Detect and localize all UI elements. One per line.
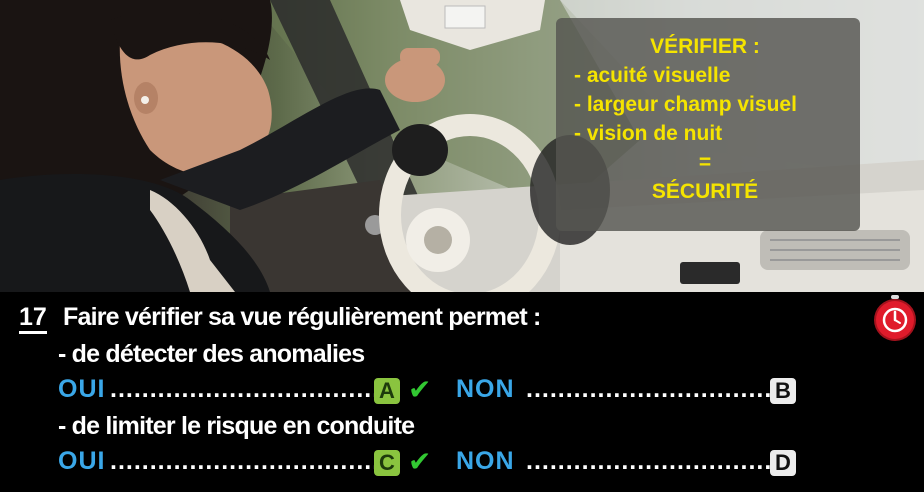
answer-dots: ..................................	[526, 375, 797, 403]
answer-oui-label[interactable]: OUI	[58, 447, 105, 476]
question-subpart-1: - de détecter des anomalies	[58, 340, 365, 368]
answer-non-label[interactable]: NON	[456, 447, 515, 476]
answer-oui-label[interactable]: OUI	[58, 375, 105, 404]
answer-non-label[interactable]: NON	[456, 375, 515, 404]
answer-dots: ..................................	[110, 375, 381, 403]
photo-panel: VÉRIFIER : - acuité visuelle - largeur c…	[0, 0, 924, 292]
answer-a-button[interactable]: A	[374, 378, 400, 404]
question-number: 17	[19, 304, 47, 334]
quiz-screen: VÉRIFIER : - acuité visuelle - largeur c…	[0, 0, 924, 492]
answer-b-button[interactable]: B	[770, 378, 796, 404]
info-overlay: VÉRIFIER : - acuité visuelle - largeur c…	[556, 18, 860, 231]
answer-row-2: OUI .................................. C…	[58, 446, 818, 479]
answer-row-1: OUI .................................. A…	[58, 374, 818, 407]
overlay-item: - largeur champ visuel	[574, 93, 797, 116]
overlay-item: - vision de nuit	[574, 122, 723, 145]
question-subpart-2: - de limiter le risque en conduite	[58, 412, 415, 440]
answer-c-button[interactable]: C	[374, 450, 400, 476]
answer-d-button[interactable]: D	[770, 450, 796, 476]
question-panel: 17 Faire vérifier sa vue régulièrement p…	[0, 292, 924, 492]
answer-dots: ..................................	[526, 447, 797, 475]
overlay-item: - acuité visuelle	[574, 64, 731, 87]
answer-dots: ..................................	[110, 447, 381, 475]
checkmark-icon: ✔	[408, 374, 432, 405]
overlay-equals: =	[698, 151, 712, 174]
stopwatch-icon[interactable]	[876, 301, 914, 339]
question-text: Faire vérifier sa vue régulièrement perm…	[63, 303, 541, 331]
stopwatch-glyph	[882, 307, 908, 333]
overlay-result: SÉCURITÉ	[651, 180, 759, 203]
overlay-title: VÉRIFIER :	[650, 35, 760, 58]
stopwatch-cap	[891, 295, 899, 299]
checkmark-icon: ✔	[408, 446, 432, 477]
